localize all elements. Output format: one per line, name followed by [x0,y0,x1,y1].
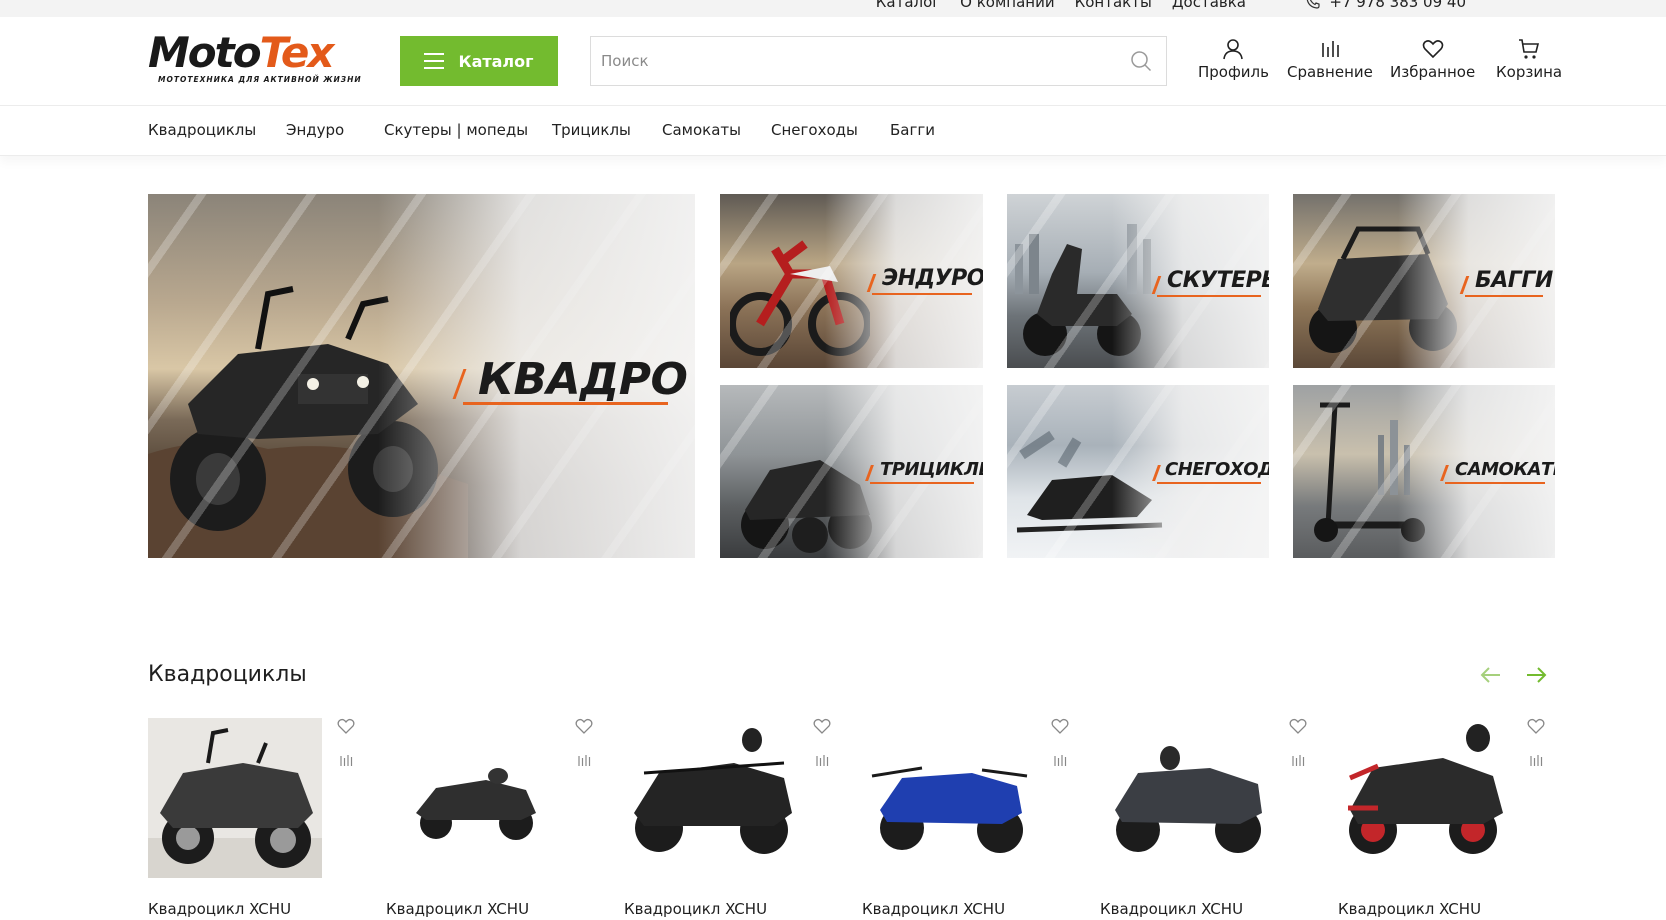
atv-icon [634,728,792,854]
top-link-catalog[interactable]: Каталог [876,0,940,11]
product-card[interactable]: Квадроцикл XCHU [624,716,844,920]
section-title: Квадроциклы [148,662,307,687]
cart-label: Корзина [1496,63,1563,81]
site-logo[interactable]: MotoTex МОТОТЕХНИКА ДЛЯ АКТИВНОЙ ЖИЗНИ [148,31,366,91]
compare-bars-icon[interactable] [338,752,354,768]
compare-bars-icon[interactable] [1052,752,1068,768]
favorites-label: Избранное [1390,63,1476,81]
favorite-heart-icon[interactable] [812,716,832,736]
search-input[interactable] [591,37,1111,85]
favorite-heart-icon[interactable] [574,716,594,736]
hero-tile-buggies[interactable]: БАГГИ [1293,194,1555,368]
nav-item-scooters[interactable]: Скутеры | мопеды [384,121,528,139]
hero-tile-enduro[interactable]: ЭНДУРО [720,194,983,368]
hero-tile-atv-underline [463,402,668,405]
top-phone[interactable]: +7 978 383 09 40 [1305,0,1466,11]
top-link-delivery[interactable]: Доставка [1172,0,1246,11]
menu-icon [424,53,445,69]
atv-icon [148,728,322,878]
hero-tile-scooters-underline [1157,295,1261,297]
product-name[interactable]: Квадроцикл XCHU [624,900,767,918]
product-photo[interactable] [862,718,1036,878]
hero-tile-buggies-label: БАГГИ [1475,268,1553,293]
hero-tile-buggies-underline [1465,295,1543,297]
search-box [590,36,1167,86]
product-name[interactable]: Квадроцикл XCHU [862,900,1005,918]
favorite-heart-icon[interactable] [1288,716,1308,736]
category-nav: Квадроциклы Эндуро Скутеры | мопеды Триц… [0,106,1666,156]
nav-item-buggies[interactable]: Багги [890,121,935,139]
hero-tile-kick-scooters-label: САМОКАТЫ [1455,459,1555,480]
catalog-button[interactable]: Каталог [400,36,558,86]
compare-bars-icon[interactable] [1290,752,1306,768]
product-name[interactable]: Квадроцикл XCHU [148,900,291,918]
hero-tile-atv[interactable]: КВАДРО [148,194,695,558]
product-photo[interactable] [148,718,322,878]
product-card[interactable]: Квадроцикл XCHU [1100,716,1320,920]
nav-item-kick-scooters[interactable]: Самокаты [662,121,741,139]
product-card[interactable]: Квадроцикл XCHU [1338,716,1558,920]
favorites-button[interactable]: Избранное [1390,37,1475,81]
top-links: Каталог О компании Контакты Доставка [876,0,1246,11]
carousel-next-arrow-icon[interactable] [1523,662,1549,688]
product-card[interactable]: Квадроцикл XCHU [148,716,368,920]
compare-bars-icon[interactable] [576,752,592,768]
profile-button[interactable]: Профиль [1198,37,1269,81]
profile-label: Профиль [1198,63,1269,81]
product-name[interactable]: Квадроцикл XCHU [1338,900,1481,918]
favorite-heart-icon[interactable] [1526,716,1546,736]
carousel-prev-arrow-icon[interactable] [1478,662,1504,688]
top-link-contacts[interactable]: Контакты [1075,0,1152,11]
heart-icon [1422,40,1443,59]
nav-item-atv[interactable]: Квадроциклы [148,121,256,139]
favorite-heart-icon[interactable] [336,716,356,736]
user-icon [1223,39,1244,60]
hero-tile-scooters-label: СКУТЕРЫ [1167,268,1269,293]
product-card[interactable]: Квадроцикл XCHU [862,716,1082,920]
compare-bars-icon[interactable] [1528,752,1544,768]
phone-number: +7 978 383 09 40 [1329,0,1466,11]
hero-tile-snowmobiles-underline [1157,482,1261,484]
logo-wordmark: MotoTex [148,28,334,77]
compare-icon [1322,41,1339,57]
product-card[interactable]: Квадроцикл XCHU [386,716,606,920]
product-name[interactable]: Квадроцикл XCHU [1100,900,1243,918]
atv-icon [1115,746,1262,853]
nav-item-enduro[interactable]: Эндуро [286,121,344,139]
hero-tile-trikes[interactable]: ТРИЦИКЛЫ [720,385,983,558]
hero-tile-kick-scooters-underline [1445,482,1545,484]
product-photo[interactable] [1100,718,1274,878]
top-utility-bar: Каталог О компании Контакты Доставка +7 … [0,0,1666,17]
atv-icon [416,768,536,840]
cart-icon [1519,39,1540,59]
product-name[interactable]: Квадроцикл XCHU [386,900,529,918]
product-photo[interactable] [1338,718,1512,878]
top-link-about[interactable]: О компании [960,0,1054,11]
favorite-heart-icon[interactable] [1050,716,1070,736]
search-icon[interactable] [1130,50,1152,72]
hero-tile-kick-scooters[interactable]: САМОКАТЫ [1293,385,1555,558]
nav-item-snowmobiles[interactable]: Снегоходы [771,121,858,139]
logo-tagline: МОТОТЕХНИКА ДЛЯ АКТИВНОЙ ЖИЗНИ [158,75,362,84]
compare-button[interactable]: Сравнение [1287,37,1373,81]
phone-icon [1307,0,1320,9]
compare-bars-icon[interactable] [814,752,830,768]
hero-tile-snowmobiles-label: СНЕГОХОДЫ [1165,459,1269,480]
atv-icon [871,766,1028,853]
compare-label: Сравнение [1287,63,1373,81]
product-photo[interactable] [386,718,560,878]
nav-item-trikes[interactable]: Трициклы [552,121,631,139]
hero-tile-enduro-underline [872,293,972,295]
cart-button[interactable]: Корзина [1496,37,1562,81]
product-photo[interactable] [624,718,798,878]
hero-tile-trikes-label: ТРИЦИКЛЫ [880,459,983,480]
hero-tile-snowmobiles[interactable]: СНЕГОХОДЫ [1007,385,1269,558]
atv-icon [1348,724,1503,854]
hero-tile-trikes-underline [870,482,974,484]
hero-tile-scooters[interactable]: СКУТЕРЫ [1007,194,1269,368]
hero-tile-atv-label: КВАДРО [478,354,688,405]
catalog-button-label: Каталог [458,51,534,71]
site-header: MotoTex МОТОТЕХНИКА ДЛЯ АКТИВНОЙ ЖИЗНИ К… [0,17,1666,106]
hero-tile-enduro-label: ЭНДУРО [882,266,983,291]
